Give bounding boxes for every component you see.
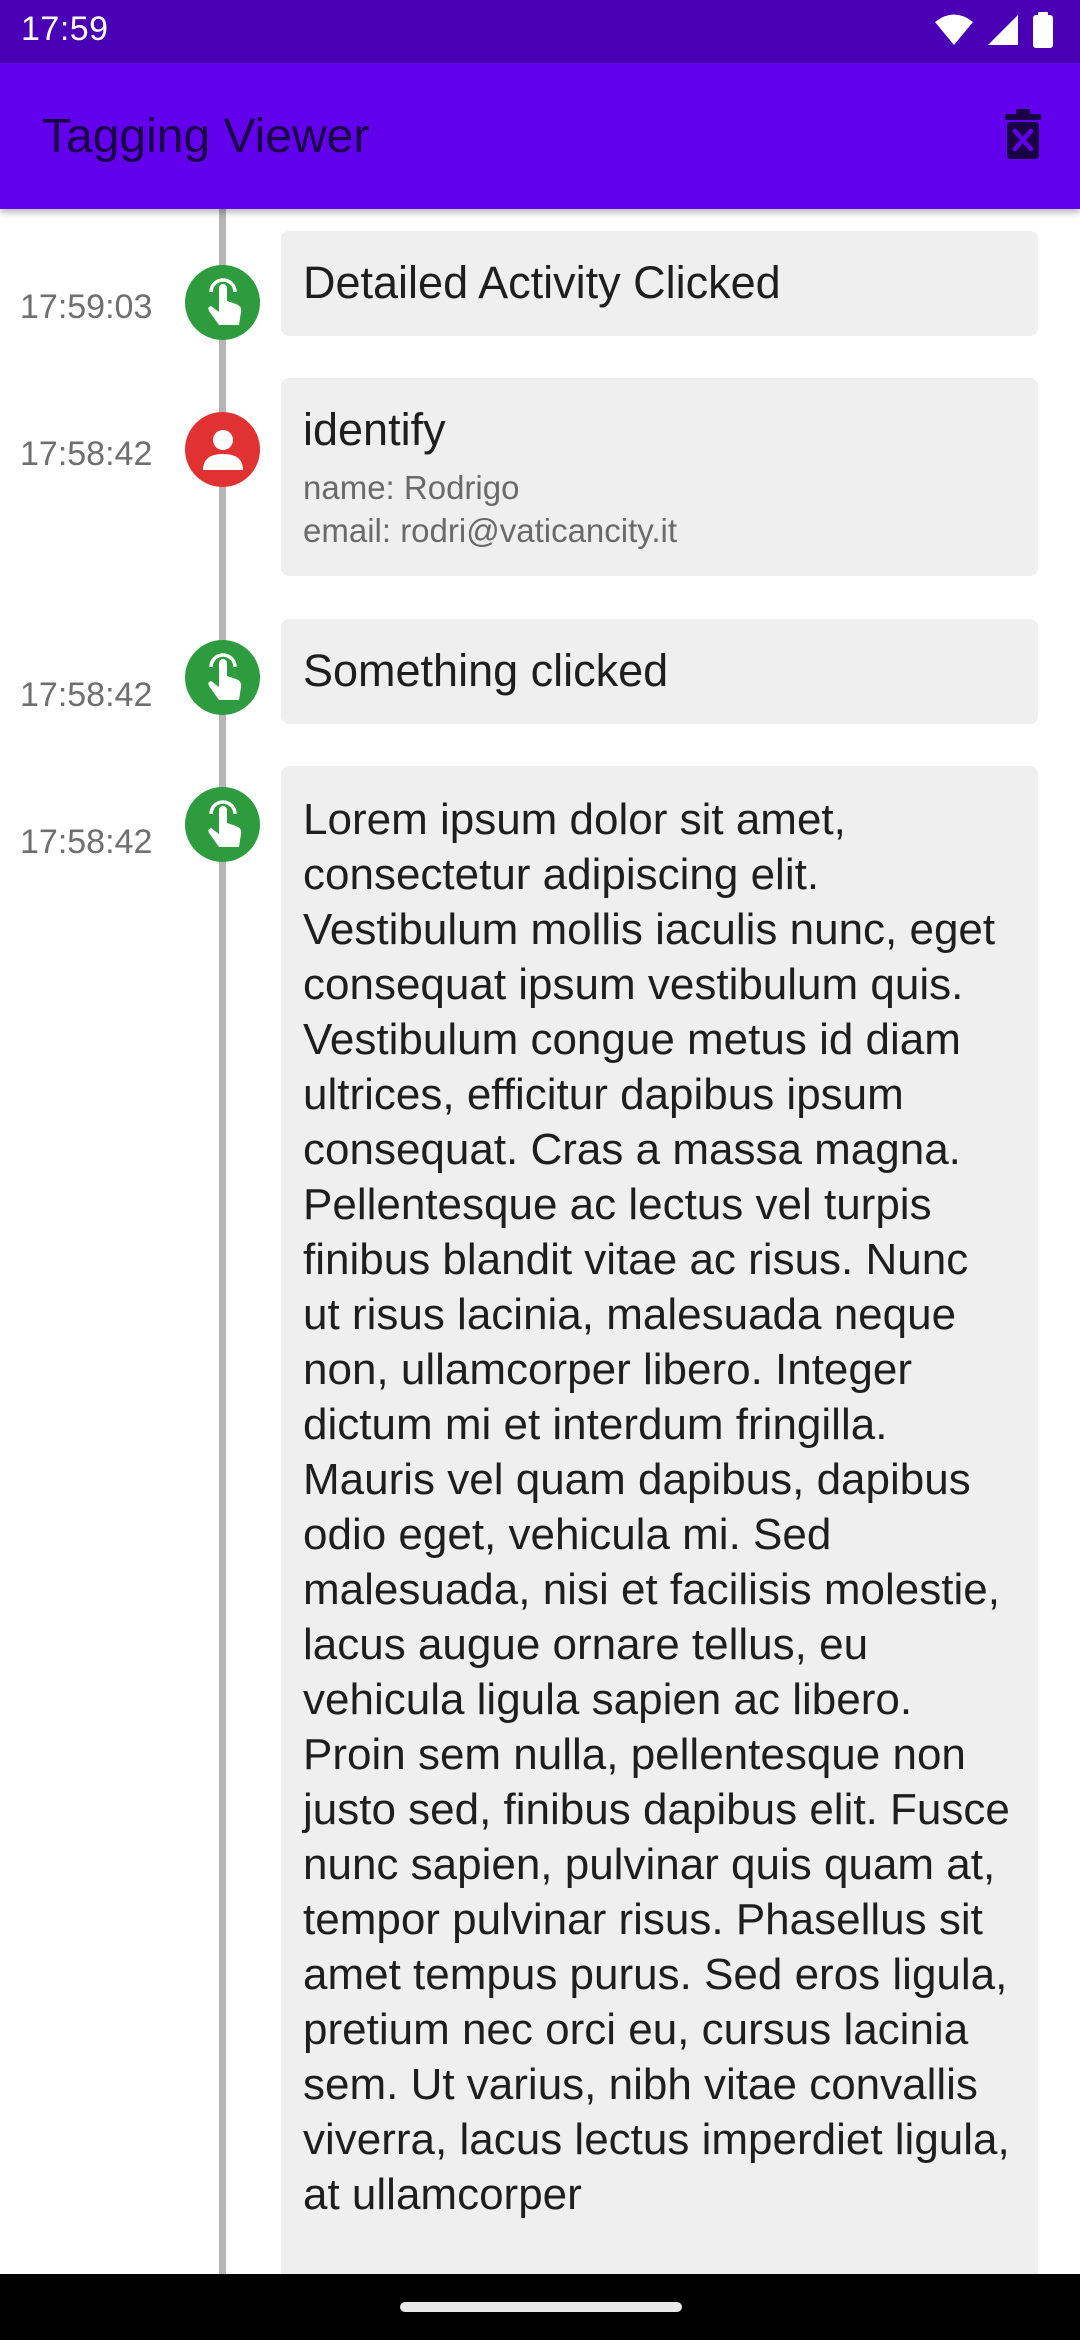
person-icon — [185, 412, 260, 487]
status-icons — [934, 11, 1054, 53]
event-time: 17:58:42 — [20, 676, 153, 714]
event-title: Lorem ipsum dolor sit amet, consectetur … — [303, 795, 1010, 2219]
event-card[interactable]: Lorem ipsum dolor sit amet, consectetur … — [281, 766, 1038, 2274]
event-details: name: Rodrigo email: rodri@vaticancity.i… — [303, 466, 1016, 552]
event-time: 17:58:42 — [20, 823, 153, 861]
event-card[interactable]: Something clicked — [281, 619, 1038, 724]
signal-icon — [986, 13, 1020, 52]
list-item[interactable]: 17:58:42 Something clicked — [0, 619, 1080, 724]
app-screen: 17:59 Tagging Viewer 17:59:03 Detailed A… — [0, 0, 1080, 2340]
status-time: 17:59 — [21, 10, 109, 48]
event-time: 17:59:03 — [20, 288, 153, 326]
list-item[interactable]: 17:58:42 Lorem ipsum dolor sit amet, con… — [0, 766, 1080, 2274]
delete-icon — [1003, 108, 1043, 164]
event-detail-name: name: Rodrigo — [303, 469, 520, 506]
navigation-bar — [0, 2274, 1080, 2340]
event-timeline[interactable]: 17:59:03 Detailed Activity Clicked 17:58… — [0, 209, 1080, 2274]
list-item[interactable]: 17:58:42 identify name: Rodrigo email: r… — [0, 378, 1080, 576]
event-card[interactable]: Detailed Activity Clicked — [281, 231, 1038, 336]
wifi-icon — [934, 13, 974, 52]
tap-icon — [185, 787, 260, 862]
event-title: Detailed Activity Clicked — [303, 257, 781, 308]
app-title: Tagging Viewer — [42, 110, 370, 163]
event-detail-email: email: rodri@vaticancity.it — [303, 512, 677, 549]
tap-icon — [185, 265, 260, 340]
event-card[interactable]: identify name: Rodrigo email: rodri@vati… — [281, 378, 1038, 576]
app-bar: Tagging Viewer — [0, 63, 1080, 209]
tap-icon — [185, 640, 260, 715]
status-bar: 17:59 — [0, 0, 1080, 63]
list-item[interactable]: 17:59:03 Detailed Activity Clicked — [0, 231, 1080, 340]
event-title: identify — [303, 404, 446, 455]
event-title: Something clicked — [303, 645, 669, 696]
home-gesture-handle[interactable] — [400, 2302, 682, 2312]
clear-log-button[interactable] — [990, 103, 1056, 169]
event-time: 17:58:42 — [20, 435, 153, 473]
battery-icon — [1032, 11, 1054, 53]
